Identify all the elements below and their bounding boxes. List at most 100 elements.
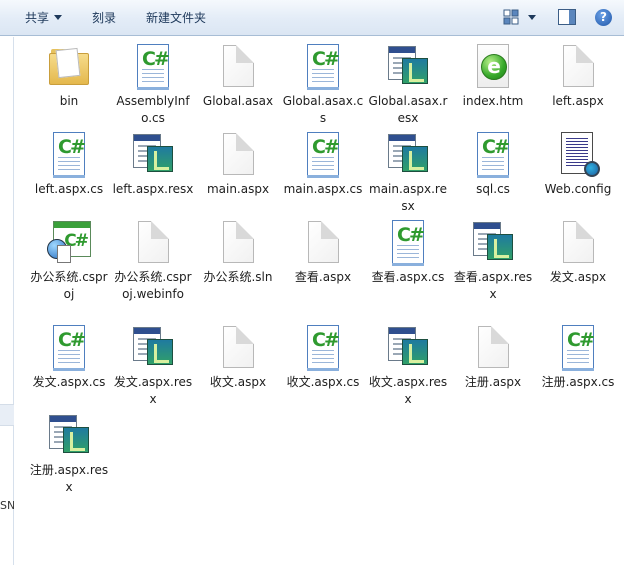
file-item[interactable]: Web.config [536, 131, 620, 198]
file-name-label: left.aspx.cs [34, 182, 104, 196]
nav-selected-item[interactable] [0, 404, 14, 426]
file-item[interactable]: C# 查看.aspx.cs [366, 219, 450, 286]
config-file-icon [554, 131, 602, 179]
file-item[interactable]: 收文.aspx [196, 324, 280, 391]
file-item[interactable]: C# left.aspx.cs [27, 131, 111, 198]
file-name-label: Global.asax [202, 94, 274, 108]
blank-file-icon [299, 219, 347, 267]
file-item[interactable]: C# 收文.aspx.cs [281, 324, 365, 391]
blank-file-icon [214, 43, 262, 91]
share-button[interactable]: 共享 [25, 8, 63, 28]
file-item[interactable]: 注册.aspx [451, 324, 535, 391]
command-bar: 共享 刻录 新建文件夹 ? [0, 0, 624, 36]
file-name-label: 发文.aspx [549, 270, 607, 284]
help-icon[interactable]: ? [595, 9, 612, 26]
file-name-label: 注册.aspx [464, 375, 522, 389]
file-item[interactable]: C# AssemblyInfo.cs [111, 43, 195, 127]
file-name-label: index.htm [462, 94, 524, 108]
csharp-file-icon: C# [384, 219, 432, 267]
file-name-label: Web.config [544, 182, 612, 196]
blank-file-icon [129, 219, 177, 267]
folder-icon [45, 43, 93, 91]
blank-file-icon [554, 219, 602, 267]
csharp-file-icon: C# [299, 324, 347, 372]
file-name-label: main.aspx [206, 182, 270, 196]
file-name-label: Global.asax.resx [368, 94, 448, 125]
file-name-label: 查看.aspx [294, 270, 352, 284]
file-name-label: 查看.aspx.cs [371, 270, 445, 284]
file-name-label: 发文.aspx.resx [113, 375, 193, 406]
file-name-label: 办公系统.csproj.webinfo [114, 270, 192, 301]
new-folder-button[interactable]: 新建文件夹 [146, 8, 206, 28]
resx-file-icon [384, 324, 432, 372]
file-item[interactable]: main.aspx [196, 131, 280, 198]
file-name-label: left.aspx.resx [112, 182, 194, 196]
resx-file-icon [469, 219, 517, 267]
file-item[interactable]: 注册.aspx.resx [27, 412, 111, 496]
file-item[interactable]: Global.asax.resx [366, 43, 450, 127]
navigation-pane: SN [0, 37, 14, 565]
file-name-label: bin [59, 94, 79, 108]
file-name-label: AssemblyInfo.cs [116, 94, 190, 125]
file-item[interactable]: 查看.aspx.resx [451, 219, 535, 303]
csharp-file-icon: C# [299, 43, 347, 91]
file-name-label: main.aspx.cs [283, 182, 363, 196]
file-name-label: Global.asax.cs [282, 94, 364, 125]
resx-file-icon [384, 131, 432, 179]
file-item[interactable]: C# 注册.aspx.cs [536, 324, 620, 391]
change-view-icon[interactable] [503, 9, 519, 25]
file-name-label: 注册.aspx.cs [541, 375, 615, 389]
csharp-file-icon: C# [45, 131, 93, 179]
blank-file-icon [214, 324, 262, 372]
blank-file-icon [214, 131, 262, 179]
file-item[interactable]: index.htm [451, 43, 535, 110]
file-name-label: left.aspx [552, 94, 604, 108]
file-item[interactable]: main.aspx.resx [366, 131, 450, 215]
preview-pane-icon[interactable] [558, 9, 576, 25]
csharp-file-icon: C# [129, 43, 177, 91]
file-item[interactable]: C# sql.cs [451, 131, 535, 198]
file-name-label: main.aspx.resx [369, 182, 447, 213]
blank-file-icon [554, 43, 602, 91]
csharp-file-icon: C# [45, 324, 93, 372]
view-options-chevron-icon[interactable] [528, 15, 536, 20]
file-name-label: 发文.aspx.cs [32, 375, 106, 389]
file-name-label: 收文.aspx.cs [286, 375, 360, 389]
file-name-label: 办公系统.csproj [30, 270, 108, 301]
file-item[interactable]: 查看.aspx [281, 219, 365, 286]
file-item[interactable]: 发文.aspx [536, 219, 620, 286]
share-label: 共享 [25, 11, 50, 25]
csharp-file-icon: C# [299, 131, 347, 179]
file-name-label: 收文.aspx [209, 375, 267, 389]
resx-file-icon [384, 43, 432, 91]
blank-file-icon [214, 219, 262, 267]
html-file-icon [469, 43, 517, 91]
file-item[interactable]: C# main.aspx.cs [281, 131, 365, 198]
file-item[interactable]: bin [27, 43, 111, 110]
file-item[interactable]: C# 发文.aspx.cs [27, 324, 111, 391]
file-item[interactable]: C# 办公系统.csproj [27, 219, 111, 303]
burn-button[interactable]: 刻录 [92, 8, 116, 28]
resx-file-icon [45, 412, 93, 460]
file-name-label: 收文.aspx.resx [368, 375, 448, 406]
csharp-file-icon: C# [554, 324, 602, 372]
file-item[interactable]: 办公系统.csproj.webinfo [111, 219, 195, 303]
resx-file-icon [129, 324, 177, 372]
resx-file-icon [129, 131, 177, 179]
file-name-label: 查看.aspx.resx [453, 270, 533, 301]
chevron-down-icon [54, 15, 63, 20]
file-item[interactable]: Global.asax [196, 43, 280, 110]
file-name-label: 注册.aspx.resx [29, 463, 109, 494]
file-item[interactable]: 收文.aspx.resx [366, 324, 450, 408]
file-name-label: 办公系统.sln [203, 270, 273, 284]
csproj-file-icon: C# [45, 219, 93, 267]
file-item[interactable]: C# Global.asax.cs [281, 43, 365, 127]
blank-file-icon [469, 324, 517, 372]
file-item[interactable]: 办公系统.sln [196, 219, 280, 286]
file-item[interactable]: 发文.aspx.resx [111, 324, 195, 408]
file-item[interactable]: left.aspx [536, 43, 620, 110]
nav-item-label: SN [0, 499, 14, 512]
file-name-label: sql.cs [476, 182, 510, 196]
file-item[interactable]: left.aspx.resx [111, 131, 195, 198]
csharp-file-icon: C# [469, 131, 517, 179]
